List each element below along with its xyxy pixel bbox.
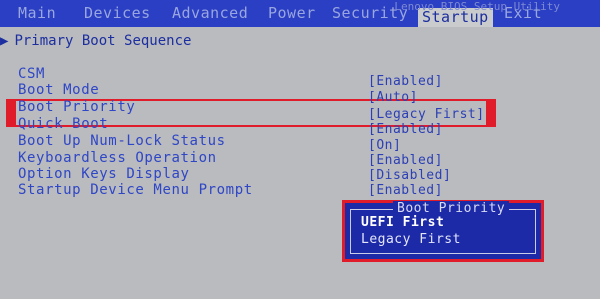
setting-value-num-lock[interactable]: [On]: [368, 138, 401, 153]
setting-label-keyboardless[interactable]: Keyboardless Operation: [18, 150, 217, 166]
setting-label-startup-menu[interactable]: Startup Device Menu Prompt: [18, 182, 253, 198]
popup-option-legacy-first[interactable]: Legacy First: [361, 232, 461, 247]
tab-devices[interactable]: Devices: [84, 4, 151, 23]
section-title-label: Primary Boot Sequence: [14, 33, 192, 49]
setting-value-quick-boot[interactable]: [Enabled]: [368, 122, 443, 137]
setting-label-csm[interactable]: CSM: [18, 66, 45, 82]
boot-priority-popup: Boot Priority UEFI First Legacy First: [342, 200, 544, 262]
setting-value-boot-priority[interactable]: [Legacy First]: [368, 107, 485, 122]
right-arrow-icon: ▶: [0, 33, 9, 49]
top-menu-bar: Main Devices Advanced Power Security Sta…: [0, 0, 600, 27]
setting-value-keyboardless[interactable]: [Enabled]: [368, 153, 443, 168]
setting-label-option-keys[interactable]: Option Keys Display: [18, 166, 190, 182]
popup-option-uefi-first[interactable]: UEFI First: [361, 215, 444, 230]
bios-utility-title: Lenovo BIOS Setup Utility: [394, 0, 560, 13]
tab-main[interactable]: Main: [18, 4, 56, 23]
setting-value-option-keys[interactable]: [Disabled]: [368, 168, 451, 183]
tab-power[interactable]: Power: [268, 4, 316, 23]
setting-value-csm[interactable]: [Enabled]: [368, 74, 443, 89]
popup-title: Boot Priority: [393, 201, 510, 216]
setting-label-quick-boot[interactable]: Quick Boot: [18, 116, 108, 132]
setting-label-num-lock[interactable]: Boot Up Num-Lock Status: [18, 133, 226, 149]
setting-value-boot-mode[interactable]: [Auto]: [368, 90, 418, 105]
setting-label-boot-mode[interactable]: Boot Mode: [18, 82, 99, 98]
setting-label-boot-priority[interactable]: Boot Priority: [18, 99, 135, 115]
setting-value-startup-menu[interactable]: [Enabled]: [368, 183, 443, 198]
section-title: ▶ Primary Boot Sequence: [0, 33, 191, 49]
tab-advanced[interactable]: Advanced: [172, 4, 248, 23]
